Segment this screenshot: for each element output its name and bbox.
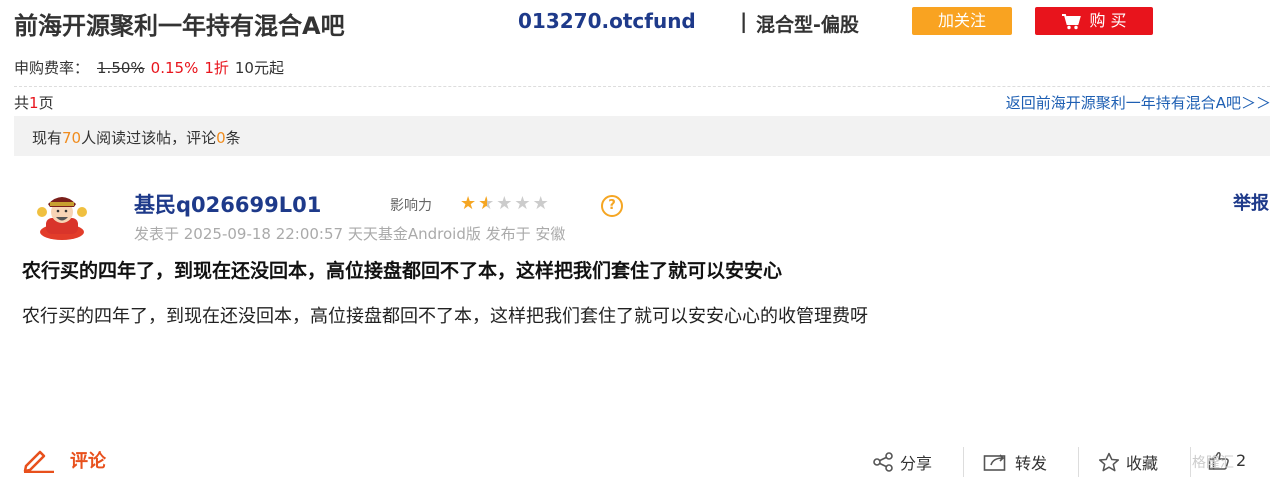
watermark: 格隆汇 xyxy=(1192,455,1234,471)
avatar[interactable] xyxy=(34,188,90,240)
share-label: 分享 xyxy=(900,454,933,473)
influence-label: 影响力 xyxy=(390,198,432,214)
page-count-number: 1 xyxy=(29,94,39,112)
comment-button[interactable]: 评论 xyxy=(22,447,106,474)
action-divider xyxy=(1078,447,1079,477)
header-separator: | xyxy=(740,9,748,33)
rating-star-icon: ★ xyxy=(532,193,551,214)
comment-label: 评论 xyxy=(70,451,106,472)
fee-discount: 1折 xyxy=(204,59,229,77)
post-body: 农行买的四年了，到现在还没回本，高位接盘都回不了本，这样把我们套住了就可以安安心… xyxy=(22,306,868,327)
forward-label: 转发 xyxy=(1015,454,1048,473)
reader-count: 70 xyxy=(62,129,82,147)
fee-rate: 申购费率： 1.50% 0.15% 1折 10元起 xyxy=(14,57,284,78)
read-info-prefix: 现有 xyxy=(32,129,63,147)
back-to-forum-link[interactable]: 返回前海开源聚利一年持有混合A吧＞＞ xyxy=(1006,92,1271,113)
star-outline-icon xyxy=(1098,452,1120,472)
follow-button[interactable]: 加关注 xyxy=(912,7,1012,35)
read-info-suffix: 条 xyxy=(225,129,241,147)
page-count-prefix: 共 xyxy=(14,94,30,112)
read-info-middle: 人阅读过该帖，评论 xyxy=(81,129,217,147)
rating-star-icon: ★ xyxy=(514,193,533,214)
rating-star-icon: ★ xyxy=(460,193,479,214)
fee-original: 1.50% xyxy=(97,59,145,77)
influence-rating: ★★★★★ xyxy=(460,193,551,214)
divider xyxy=(14,86,1270,87)
page-count: 共1页 xyxy=(14,92,54,113)
forward-icon xyxy=(983,454,1006,471)
page-count-suffix: 页 xyxy=(38,94,54,112)
page-title: 前海开源聚利一年持有混合A吧 xyxy=(14,12,345,40)
fund-type: 混合型-偏股 xyxy=(756,14,859,36)
rating-star-icon: ★ xyxy=(478,193,497,214)
question-icon[interactable]: ? xyxy=(601,195,623,217)
author-name-link[interactable]: 基民q026699L01 xyxy=(134,189,321,219)
post-title: 农行买的四年了，到现在还没回本，高位接盘都回不了本，这样把我们套住了就可以安安心 xyxy=(22,260,783,282)
buy-button[interactable]: 购 买 xyxy=(1035,7,1153,35)
fund-code-link[interactable]: 013270.otcfund xyxy=(518,9,696,33)
forward-button[interactable]: 转发 xyxy=(983,450,1047,474)
fee-discounted: 0.15% xyxy=(150,59,199,77)
comment-count: 0 xyxy=(216,129,226,147)
pencil-icon xyxy=(23,450,54,474)
report-link[interactable]: 举报 xyxy=(1233,189,1269,215)
cart-icon xyxy=(1062,13,1082,29)
share-button[interactable]: 分享 xyxy=(872,450,932,474)
action-divider xyxy=(1190,447,1191,477)
buy-button-label: 购 买 xyxy=(1089,11,1127,30)
collect-label: 收藏 xyxy=(1126,454,1159,473)
read-info: 现有70人阅读过该帖，评论0条 xyxy=(32,127,241,148)
action-divider xyxy=(963,447,964,477)
post-meta: 发表于 2025-09-18 22:00:57 天天基金Android版 发布于… xyxy=(134,225,566,243)
share-icon xyxy=(873,452,893,472)
fee-min-amount: 10元起 xyxy=(234,59,284,77)
collect-button[interactable]: 收藏 xyxy=(1098,450,1158,474)
like-count: 2 xyxy=(1236,451,1247,470)
rating-star-icon: ★ xyxy=(496,193,515,214)
fee-label: 申购费率： xyxy=(14,59,90,77)
